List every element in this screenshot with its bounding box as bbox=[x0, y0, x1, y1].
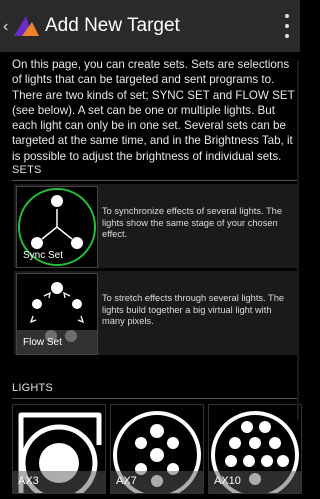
overflow-menu-icon[interactable] bbox=[280, 14, 294, 38]
page-title: Add New Target bbox=[45, 15, 180, 36]
sync-set-label: Sync Set bbox=[23, 250, 64, 261]
light-item-ax3[interactable]: AX3 bbox=[12, 404, 106, 494]
app-logo-icon[interactable] bbox=[10, 14, 40, 38]
flow-set-card[interactable]: Flow Set To stretch effects through seve… bbox=[14, 271, 298, 355]
app-bar: ‹ Add New Target bbox=[0, 0, 300, 52]
light-label-ax7: AX7 bbox=[116, 475, 137, 487]
intro-text: On this page, you can create sets. Sets … bbox=[12, 58, 295, 163]
light-item-ax7[interactable]: AX7 bbox=[110, 404, 204, 494]
scrollbar[interactable] bbox=[297, 60, 299, 420]
sync-set-card[interactable]: Sync Set To synchronize effects of sever… bbox=[14, 184, 298, 268]
sets-heading: SETS bbox=[12, 164, 42, 176]
light-label-ax10: AX10 bbox=[214, 475, 241, 487]
sync-set-description: To synchronize effects of several lights… bbox=[102, 206, 283, 239]
lights-divider bbox=[12, 398, 298, 399]
sync-set-icon: Sync Set bbox=[16, 186, 98, 268]
flow-set-description: To stretch effects through several light… bbox=[102, 293, 285, 326]
flow-set-label: Flow Set bbox=[23, 337, 62, 348]
lights-heading: LIGHTS bbox=[12, 382, 53, 394]
sets-divider bbox=[12, 180, 298, 181]
light-item-ax10[interactable]: AX10 bbox=[208, 404, 302, 494]
flow-set-icon: Flow Set bbox=[16, 273, 98, 355]
lights-list: AX3 AX7 AX10 bbox=[12, 404, 302, 494]
light-label-ax3: AX3 bbox=[18, 475, 39, 487]
